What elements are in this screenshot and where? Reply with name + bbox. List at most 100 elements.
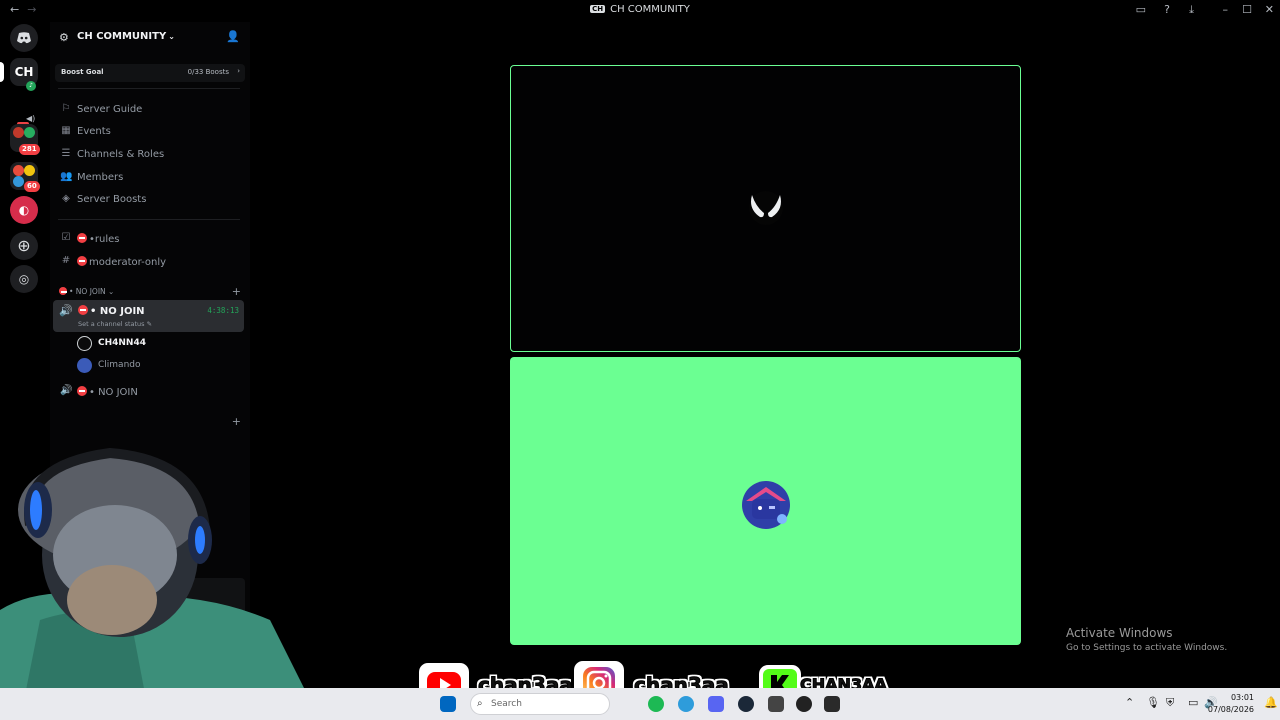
voice-timer: 4:38:13 (207, 306, 239, 315)
channel-name: •rules (89, 234, 120, 245)
watermark-subtitle: Go to Settings to activate Windows. (1066, 643, 1228, 653)
nav-label: Server Boosts (77, 194, 147, 205)
nav-channels-roles[interactable]: ☰ Channels & Roles (58, 145, 242, 165)
channels-icon: ☰ (61, 148, 71, 159)
participant-avatar (742, 481, 790, 529)
mention-badge-1: 281 (19, 144, 40, 155)
server-settings-icon: ⚙ (59, 31, 69, 44)
clock-date: 07/08/2026 (1207, 705, 1254, 714)
voice-member[interactable]: Climando (77, 357, 227, 375)
no-entry-icon (59, 287, 67, 295)
invite-people-icon[interactable]: 👤 (226, 30, 240, 43)
nav-server-guide[interactable]: ⚐ Server Guide (58, 100, 242, 120)
nav-label: Events (77, 126, 111, 137)
channel-rules[interactable]: ☑ •rules (58, 229, 242, 249)
signpost-icon: ⚐ (61, 103, 71, 114)
discord-taskbar-icon[interactable] (708, 696, 724, 712)
system-clock[interactable]: 03:01 07/08/2026 (1208, 692, 1254, 716)
speaker-icon: 🔊 (59, 304, 73, 317)
participant-avatar (749, 191, 783, 225)
no-entry-icon (77, 256, 87, 266)
no-entry-icon (77, 386, 87, 396)
selected-server-indicator (0, 62, 4, 82)
category-label: • NO JOIN (69, 287, 106, 296)
pencil-icon: ✎ (146, 320, 153, 328)
voice-stage (250, 22, 1280, 720)
nav-members[interactable]: 👥 Members (58, 168, 242, 188)
chevron-down-icon: ⌄ (108, 287, 115, 296)
microphone-icon[interactable]: 🎙 (1146, 696, 1160, 709)
explore-servers-icon[interactable]: ◎ (10, 265, 38, 293)
windows-taskbar: ⌕ Search ⌃ 🎙 ⛨ ▭ 🔊 03:01 07/08/2026 🔔 (0, 688, 1280, 720)
webcam-feed (0, 447, 320, 720)
notifications-icon[interactable]: 🔔 (1264, 696, 1278, 709)
discord-home-icon[interactable] (10, 24, 38, 52)
window-title: CH CH COMMUNITY (0, 4, 1280, 15)
member-name: CH4NN44 (98, 338, 146, 348)
security-icon[interactable]: ⛨ (1166, 696, 1174, 710)
channel-name: moderator-only (89, 257, 167, 268)
chevron-down-icon: ⌄ (168, 32, 175, 41)
create-channel-icon[interactable]: + (232, 285, 241, 298)
nav-events[interactable]: ▦ Events (58, 122, 242, 142)
live-indicator-icon: ♪ (26, 81, 36, 91)
speaker-icon: 🔊 (60, 385, 73, 396)
server-icon-red[interactable]: ◐ (10, 196, 38, 224)
channel-moderator-only[interactable]: # moderator-only (58, 252, 242, 272)
voice-channel-no-join[interactable]: 🔊 • NO JOIN (58, 382, 242, 402)
boost-goal-label: Boost Goal (61, 68, 104, 76)
avatar (77, 336, 92, 351)
obs-icon[interactable] (796, 696, 812, 712)
participant-tile-climando[interactable] (510, 357, 1021, 645)
members-icon: 👥 (60, 171, 73, 182)
nav-label: Channels & Roles (77, 149, 165, 160)
rules-icon: ☑ (61, 232, 71, 243)
title-bar: ← → CH CH COMMUNITY ▭ ? ⤓ – ☐ ✕ (0, 0, 1280, 22)
browser-icon[interactable] (678, 696, 694, 712)
server-logo-icon: CH (590, 5, 606, 13)
nav-label: Members (77, 172, 124, 183)
chevron-up-icon[interactable]: ⌃ (1125, 696, 1134, 709)
start-menu-icon[interactable] (440, 696, 456, 712)
minimize-icon[interactable]: – (1223, 3, 1229, 16)
add-server-icon[interactable]: ⊕ (10, 232, 38, 260)
network-icon[interactable]: ▭ (1188, 696, 1198, 709)
search-icon: ⌕ (477, 698, 483, 709)
boost-goal-bar[interactable]: Boost Goal 0/33 Boosts › (55, 64, 245, 82)
voice-channel-name: • NO JOIN (90, 306, 145, 317)
inbox-icon[interactable]: ▭ (1136, 3, 1146, 16)
no-entry-icon (77, 233, 87, 243)
server-name: CH COMMUNITY ⌄ (77, 31, 175, 42)
activation-watermark: Activate Windows Go to Settings to activ… (1066, 626, 1227, 653)
voice-channel-name: • NO JOIN (89, 387, 138, 398)
channel-status-prompt: Set a channel status (78, 320, 145, 328)
divider (58, 219, 240, 220)
clock-time: 03:01 (1230, 693, 1254, 702)
close-icon[interactable]: ✕ (1265, 3, 1274, 16)
terminal-icon[interactable] (824, 696, 840, 712)
no-entry-icon (78, 305, 88, 315)
nav-server-boosts[interactable]: ◈ Server Boosts (58, 190, 242, 210)
maximize-icon[interactable]: ☐ (1242, 3, 1252, 16)
member-name: Climando (98, 360, 141, 370)
search-placeholder: Search (491, 699, 522, 709)
server-header[interactable]: ⚙ CH COMMUNITY ⌄ 👤 (50, 22, 250, 54)
steam-icon[interactable] (738, 696, 754, 712)
participant-tile-ch4nn44[interactable] (510, 65, 1021, 352)
category-no-join[interactable]: • NO JOIN ⌄ + (59, 285, 241, 299)
help-icon[interactable]: ? (1164, 3, 1170, 16)
chevron-right-icon: › (237, 67, 240, 75)
taskbar-search[interactable]: ⌕ Search (470, 693, 610, 715)
app-icon[interactable] (768, 696, 784, 712)
download-icon[interactable]: ⤓ (1189, 3, 1194, 17)
divider (58, 88, 240, 89)
voice-member[interactable]: CH4NN44 (77, 335, 227, 353)
voice-channel-active[interactable]: 🔊 • NO JOIN 4:38:13 Set a channel status… (53, 300, 244, 332)
mention-badge-2: 60 (24, 181, 40, 192)
spotify-icon[interactable] (648, 696, 664, 712)
webcam-overlay (0, 405, 320, 720)
window-title-text: CH COMMUNITY (610, 4, 690, 15)
boost-count: 0/33 Boosts (187, 68, 229, 76)
nav-label: Server Guide (77, 104, 143, 115)
calendar-icon: ▦ (61, 125, 71, 136)
